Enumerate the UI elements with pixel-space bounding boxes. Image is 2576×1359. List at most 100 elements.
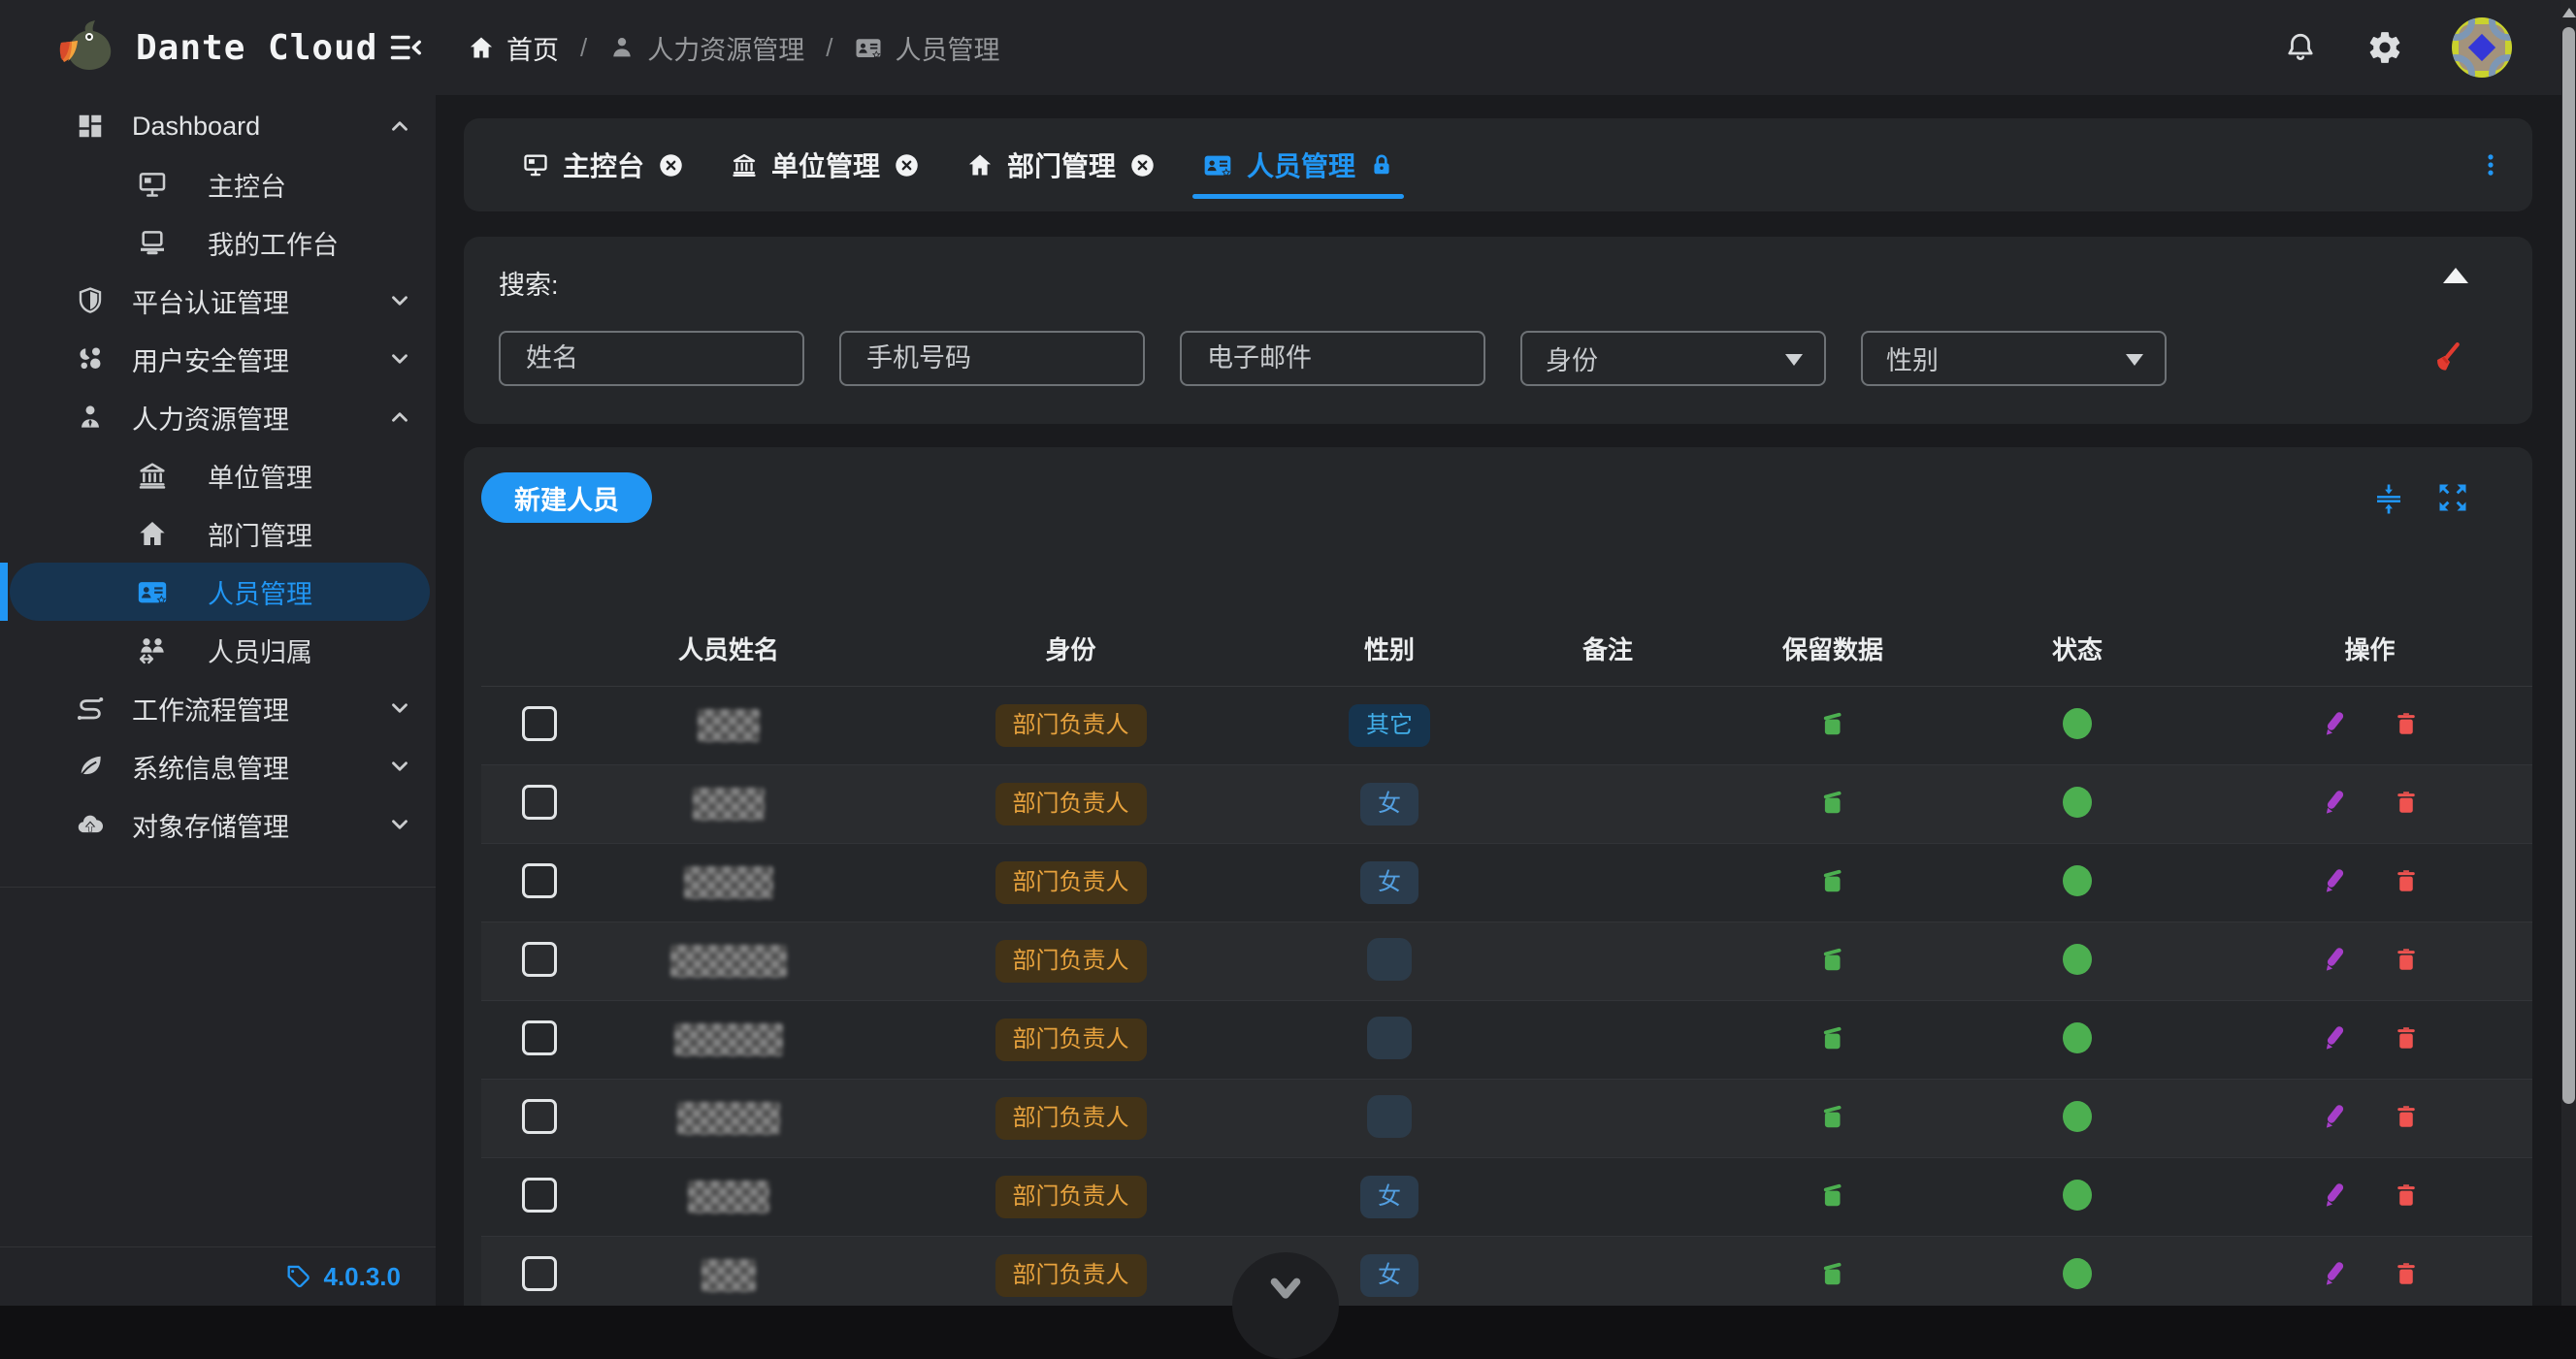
breadcrumb-home[interactable]: 首页 [468, 29, 559, 67]
search-panel-label: 搜索: [499, 264, 2497, 302]
menu-fold-icon[interactable] [388, 30, 423, 65]
row-checkbox[interactable] [522, 942, 557, 977]
gender-badge: 女 [1360, 1254, 1418, 1298]
edit-pencil-icon[interactable] [2321, 1023, 2350, 1052]
console-icon [522, 151, 549, 178]
identity-badge: 部门负责人 [995, 940, 1147, 984]
sidebar-item-unit-mgmt[interactable]: 单位管理 [0, 446, 436, 504]
email-input[interactable] [1205, 342, 1460, 374]
edit-pencil-icon[interactable] [2321, 945, 2350, 974]
clean-filters-broom-icon[interactable] [2422, 339, 2462, 379]
sidebar-item-object-storage[interactable]: 对象存储管理 [0, 795, 436, 854]
scroll-down-bubble[interactable] [1232, 1252, 1339, 1359]
phone-input[interactable] [864, 342, 1120, 374]
retain-data-icon [1818, 866, 1847, 895]
bell-icon[interactable] [2283, 30, 2318, 65]
personnel-table: 人员姓名 身份 性别 备注 保留数据 状态 操作 部门负责人 其它 [481, 610, 2532, 1306]
breadcrumb-hr[interactable]: 人力资源管理 [608, 29, 804, 67]
sidebar-item-hr[interactable]: 人力资源管理 [0, 388, 436, 446]
close-icon[interactable] [658, 152, 684, 178]
delete-trash-icon[interactable] [2393, 946, 2420, 973]
name-input[interactable] [524, 342, 779, 374]
compress-rows-icon[interactable] [2371, 480, 2406, 515]
retain-data-icon [1818, 1259, 1847, 1288]
tab-label: 人员管理 [1247, 146, 1355, 184]
sidebar-item-dept-mgmt[interactable]: 部门管理 [0, 504, 436, 563]
laptop-icon [136, 227, 169, 258]
identity-select[interactable]: 身份 [1520, 331, 1826, 386]
row-checkbox[interactable] [522, 863, 557, 898]
phone-field[interactable] [839, 331, 1145, 386]
edit-pencil-icon[interactable] [2321, 866, 2350, 895]
chevron-down-icon [383, 812, 416, 837]
row-checkbox[interactable] [522, 1178, 557, 1213]
sidebar-item-workbench[interactable]: 我的工作台 [0, 213, 436, 272]
chevron-down-icon [383, 696, 416, 721]
gender-badge: 其它 [1349, 704, 1430, 748]
row-checkbox[interactable] [522, 1020, 557, 1055]
delete-trash-icon[interactable] [2393, 1260, 2420, 1287]
tab-personnel-mgmt[interactable]: 人员管理 [1179, 118, 1418, 211]
edit-pencil-icon[interactable] [2321, 1181, 2350, 1210]
edit-pencil-icon[interactable] [2321, 1259, 2350, 1288]
bank-icon [136, 460, 169, 491]
sidebar-item-platform-auth[interactable]: 平台认证管理 [0, 272, 436, 330]
tab-dept-mgmt[interactable]: 部门管理 [943, 118, 1179, 211]
name-field[interactable] [499, 331, 804, 386]
page-scrollbar[interactable] [2561, 0, 2576, 1306]
delete-trash-icon[interactable] [2393, 1181, 2420, 1209]
delete-trash-icon[interactable] [2393, 867, 2420, 894]
delete-trash-icon[interactable] [2393, 1024, 2420, 1052]
censored-name [684, 866, 773, 899]
main-content: 主控台 单位管理 部门管理 人员管理 搜索: [436, 95, 2576, 1306]
fullscreen-expand-icon[interactable] [2435, 480, 2470, 515]
note-cell [1497, 765, 1718, 844]
brand[interactable]: Dante Cloud [0, 19, 388, 76]
sidebar-item-workflow[interactable]: 工作流程管理 [0, 679, 436, 737]
sidebar-item-dashboard[interactable]: Dashboard [0, 97, 436, 155]
edit-pencil-icon[interactable] [2321, 709, 2350, 738]
collapse-search-icon[interactable] [2443, 268, 2468, 283]
table-row: 部门负责人 女 [481, 1158, 2532, 1237]
row-checkbox[interactable] [522, 706, 557, 741]
censored-name [677, 1102, 780, 1135]
caret-down-icon [2126, 354, 2143, 366]
sidebar-item-user-security[interactable]: 用户安全管理 [0, 330, 436, 388]
avatar[interactable] [2452, 17, 2512, 78]
sidebar-item-personnel-belong[interactable]: 人员归属 [0, 621, 436, 679]
app-version[interactable]: 4.0.3.0 [323, 1262, 401, 1292]
sidebar-item-console[interactable]: 主控台 [0, 155, 436, 213]
breadcrumb-personnel[interactable]: 人员管理 [854, 29, 999, 67]
email-field[interactable] [1180, 331, 1485, 386]
identity-badge: 部门负责人 [995, 1097, 1147, 1141]
identity-badge: 部门负责人 [995, 1254, 1147, 1298]
retain-data-icon [1818, 709, 1847, 738]
leaf-icon [74, 752, 107, 781]
gear-icon[interactable] [2366, 29, 2403, 66]
delete-trash-icon[interactable] [2393, 1103, 2420, 1130]
tab-options-dots-icon[interactable] [2478, 152, 2503, 178]
create-person-button[interactable]: 新建人员 [481, 472, 652, 523]
scrollbar-thumb[interactable] [2562, 27, 2575, 1104]
close-icon[interactable] [894, 152, 920, 178]
row-checkbox[interactable] [522, 1099, 557, 1134]
delete-trash-icon[interactable] [2393, 710, 2420, 737]
dashboard-icon [74, 112, 107, 141]
select-column-header [481, 610, 598, 687]
sidebar-item-personnel-mgmt[interactable]: 人员管理 [10, 563, 430, 621]
home-icon [468, 34, 495, 61]
edit-pencil-icon[interactable] [2321, 1102, 2350, 1131]
gender-badge: 女 [1360, 1176, 1418, 1219]
edit-pencil-icon[interactable] [2321, 788, 2350, 817]
sidebar-item-system-info[interactable]: 系统信息管理 [0, 737, 436, 795]
delete-trash-icon[interactable] [2393, 789, 2420, 816]
tab-console[interactable]: 主控台 [499, 118, 707, 211]
scrollbar-up-arrow[interactable] [2562, 8, 2576, 17]
identity-badge: 部门负责人 [995, 1019, 1147, 1062]
tab-unit-mgmt[interactable]: 单位管理 [707, 118, 943, 211]
close-icon[interactable] [1129, 152, 1156, 178]
row-checkbox[interactable] [522, 1256, 557, 1291]
gender-select[interactable]: 性别 [1861, 331, 2167, 386]
row-checkbox[interactable] [522, 785, 557, 820]
table-header-row: 人员姓名 身份 性别 备注 保留数据 状态 操作 [481, 610, 2532, 687]
